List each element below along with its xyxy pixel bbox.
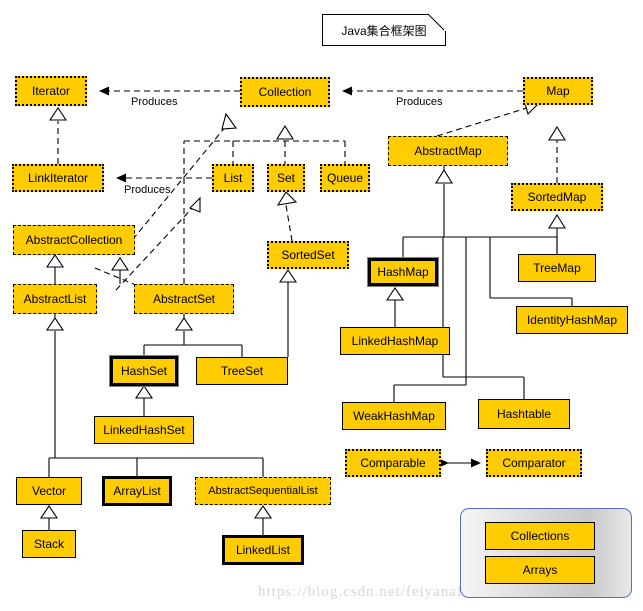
node-abstractset[interactable]: AbstractSet	[134, 284, 234, 314]
node-arraylist[interactable]: ArrayList	[102, 476, 172, 506]
node-abstractlist[interactable]: AbstractList	[13, 284, 97, 314]
node-vector[interactable]: Vector	[16, 477, 82, 505]
node-stack[interactable]: Stack	[22, 530, 76, 558]
node-iterator[interactable]: Iterator	[15, 76, 87, 106]
node-collection[interactable]: Collection	[240, 77, 330, 107]
node-linkiterator[interactable]: LinkIterator	[12, 164, 104, 192]
node-identityhashmap[interactable]: IdentityHashMap	[516, 306, 628, 334]
node-sortedset[interactable]: SortedSet	[267, 241, 349, 269]
diagram-title-note: Java集合框架图	[322, 14, 446, 46]
node-comparable[interactable]: Comparable	[345, 449, 441, 477]
node-hashset[interactable]: HashSet	[109, 355, 179, 387]
node-list[interactable]: List	[212, 164, 254, 192]
edge-label-produces-map: Produces	[396, 96, 443, 108]
node-comparator[interactable]: Comparator	[486, 449, 582, 477]
node-collections[interactable]: Collections	[485, 522, 595, 550]
node-abstractcollection[interactable]: AbstractCollection	[13, 225, 135, 255]
node-abstractsequentiallist[interactable]: AbstractSequentialList	[195, 477, 331, 505]
node-weakhashmap[interactable]: WeakHashMap	[342, 402, 446, 430]
edge-label-produces-iterator: Produces	[131, 96, 178, 108]
node-linkedhashmap[interactable]: LinkedHashMap	[340, 327, 450, 355]
edge-label-produces-linkiterator: Produces	[124, 184, 171, 196]
node-treemap[interactable]: TreeMap	[518, 254, 596, 282]
node-queue[interactable]: Queue	[320, 164, 370, 192]
node-sortedmap[interactable]: SortedMap	[511, 183, 603, 211]
node-treeset[interactable]: TreeSet	[196, 357, 288, 385]
node-abstractmap[interactable]: AbstractMap	[388, 136, 508, 166]
diagram-canvas: https://blog.csdn.net/feiyanaffection It…	[0, 0, 643, 611]
node-hashtable[interactable]: Hashtable	[478, 399, 570, 429]
page-title: Java集合框架图	[341, 23, 427, 38]
node-set[interactable]: Set	[267, 164, 305, 192]
node-map[interactable]: Map	[523, 77, 593, 105]
node-hashmap[interactable]: HashMap	[367, 257, 439, 287]
node-linkedhashset[interactable]: LinkedHashSet	[94, 416, 194, 444]
node-arrays[interactable]: Arrays	[485, 556, 595, 584]
node-linkedlist[interactable]: LinkedList	[222, 535, 304, 565]
